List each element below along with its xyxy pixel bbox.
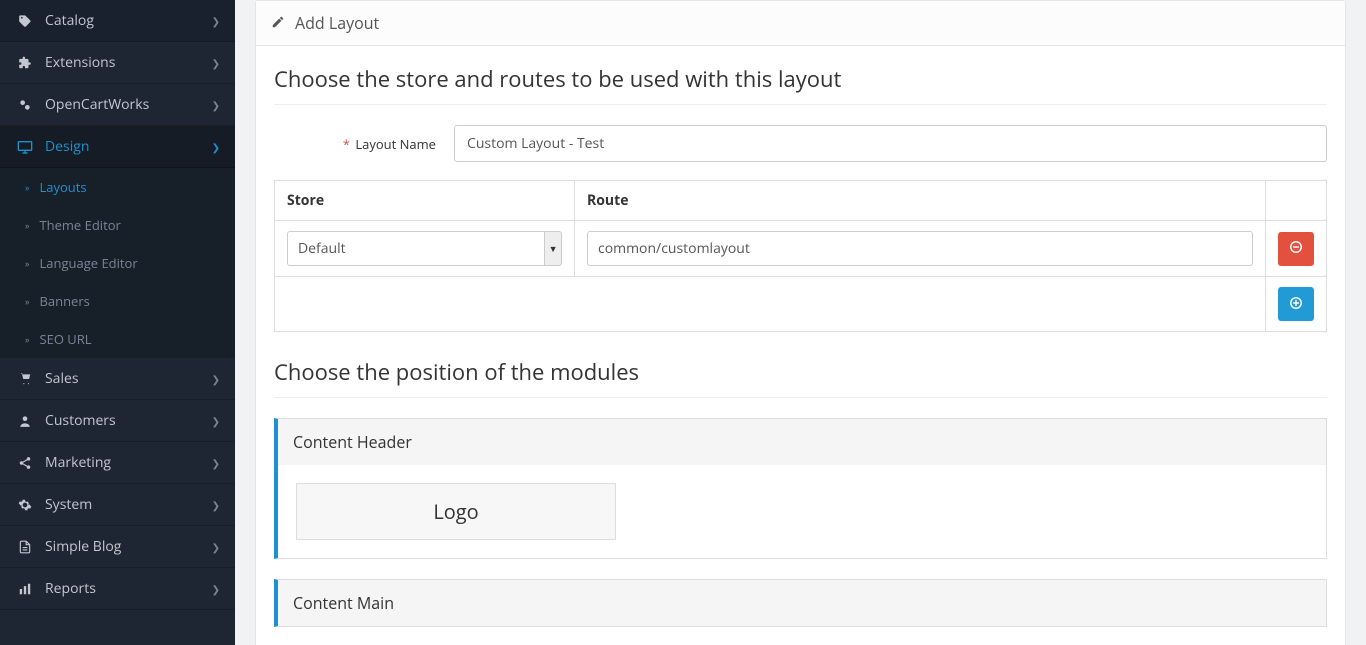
- sidebar-item-catalog[interactable]: Catalog ❯: [0, 0, 235, 42]
- panel-title: Add Layout: [295, 12, 379, 34]
- sidebar-label: Sales: [45, 369, 79, 388]
- arrow-icon: »: [25, 257, 29, 270]
- sidebar-subitem-banners[interactable]: » Banners: [0, 282, 235, 320]
- routes-table: Store Route Default ▼: [274, 180, 1327, 332]
- sidebar-item-system[interactable]: System ❯: [0, 484, 235, 526]
- module-content-main: Content Main: [274, 579, 1327, 627]
- arrow-icon: »: [25, 295, 29, 308]
- layout-name-input[interactable]: [454, 125, 1327, 162]
- sidebar-item-extensions[interactable]: Extensions ❯: [0, 42, 235, 84]
- arrow-icon: »: [25, 333, 29, 346]
- layout-name-row: * Layout Name: [274, 125, 1327, 162]
- sidebar-item-customers[interactable]: Customers ❯: [0, 400, 235, 442]
- pencil-icon: [271, 12, 285, 34]
- cart-icon: [15, 372, 35, 386]
- chevron-right-icon: ❯: [212, 140, 220, 154]
- chevron-right-icon: ❯: [212, 56, 220, 70]
- sidebar-label: Design: [45, 137, 89, 156]
- chevron-right-icon: ❯: [212, 582, 220, 596]
- module-content-header: Content Header Logo: [274, 418, 1327, 559]
- chevron-right-icon: ❯: [212, 372, 220, 386]
- layout-name-label: * Layout Name: [274, 135, 454, 153]
- required-marker: *: [343, 135, 350, 153]
- sidebar-label: Reports: [45, 579, 96, 598]
- sidebar-item-marketing[interactable]: Marketing ❯: [0, 442, 235, 484]
- chevron-right-icon: ❯: [212, 14, 220, 28]
- tag-icon: [15, 14, 35, 28]
- arrow-icon: »: [25, 181, 29, 194]
- sidebar-label: OpenCartWorks: [45, 95, 149, 114]
- sidebar-item-simple-blog[interactable]: Simple Blog ❯: [0, 526, 235, 568]
- store-select[interactable]: Default: [287, 231, 545, 266]
- sidebar-label: Customers: [45, 411, 116, 430]
- th-route: Route: [575, 181, 1266, 221]
- sidebar-item-design[interactable]: Design ❯: [0, 126, 235, 168]
- arrow-icon: »: [25, 219, 29, 232]
- sub-label: Theme Editor: [39, 216, 120, 234]
- panel-body: Choose the store and routes to be used w…: [256, 46, 1345, 645]
- sidebar-label: Simple Blog: [45, 537, 121, 556]
- route-row: Default ▼: [275, 221, 1327, 277]
- share-icon: [15, 456, 35, 470]
- remove-route-button[interactable]: [1278, 232, 1314, 266]
- chevron-down-icon: ▼: [545, 231, 562, 266]
- sidebar-item-reports[interactable]: Reports ❯: [0, 568, 235, 610]
- cogs-icon: [15, 98, 35, 112]
- th-action: [1266, 181, 1327, 221]
- module-logo-block[interactable]: Logo: [296, 483, 616, 540]
- add-route-button[interactable]: [1278, 287, 1314, 321]
- th-store: Store: [275, 181, 575, 221]
- module-main-title: Content Main: [278, 580, 1326, 626]
- sidebar-label: Extensions: [45, 53, 115, 72]
- monitor-icon: [15, 140, 35, 154]
- chevron-right-icon: ❯: [212, 98, 220, 112]
- document-icon: [15, 540, 35, 554]
- sub-label: Banners: [39, 292, 89, 310]
- module-header-title: Content Header: [278, 419, 1326, 465]
- section-title-routes: Choose the store and routes to be used w…: [274, 64, 1327, 105]
- sub-label: Language Editor: [39, 254, 137, 272]
- sidebar-subitem-seo-url[interactable]: » SEO URL: [0, 320, 235, 358]
- section-title-modules: Choose the position of the modules: [274, 357, 1327, 398]
- sidebar-subitem-theme-editor[interactable]: » Theme Editor: [0, 206, 235, 244]
- sidebar-item-opencartworks[interactable]: OpenCartWorks ❯: [0, 84, 235, 126]
- route-input[interactable]: [587, 231, 1253, 266]
- user-icon: [15, 414, 35, 428]
- sidebar-label: System: [45, 495, 92, 514]
- plus-circle-icon: [1289, 296, 1303, 313]
- chevron-right-icon: ❯: [212, 456, 220, 470]
- puzzle-icon: [15, 56, 35, 70]
- minus-circle-icon: [1289, 240, 1303, 257]
- store-select-wrap: Default ▼: [287, 231, 562, 266]
- gear-icon: [15, 498, 35, 512]
- sub-label: SEO URL: [39, 330, 91, 348]
- sidebar-label: Catalog: [45, 11, 94, 30]
- sidebar-label: Marketing: [45, 453, 111, 472]
- sidebar: Catalog ❯ Extensions ❯ OpenCartWorks ❯ D…: [0, 0, 235, 645]
- content-area: Add Layout Choose the store and routes t…: [235, 0, 1366, 645]
- sub-label: Layouts: [39, 178, 86, 196]
- bar-chart-icon: [15, 582, 35, 596]
- chevron-right-icon: ❯: [212, 498, 220, 512]
- sidebar-subitem-language-editor[interactable]: » Language Editor: [0, 244, 235, 282]
- chevron-right-icon: ❯: [212, 540, 220, 554]
- sidebar-item-sales[interactable]: Sales ❯: [0, 358, 235, 400]
- design-submenu: » Layouts » Theme Editor » Language Edit…: [0, 168, 235, 358]
- sidebar-subitem-layouts[interactable]: » Layouts: [0, 168, 235, 206]
- add-route-row: [275, 277, 1327, 332]
- panel-header: Add Layout: [256, 1, 1345, 46]
- chevron-right-icon: ❯: [212, 414, 220, 428]
- layout-panel: Add Layout Choose the store and routes t…: [255, 0, 1346, 645]
